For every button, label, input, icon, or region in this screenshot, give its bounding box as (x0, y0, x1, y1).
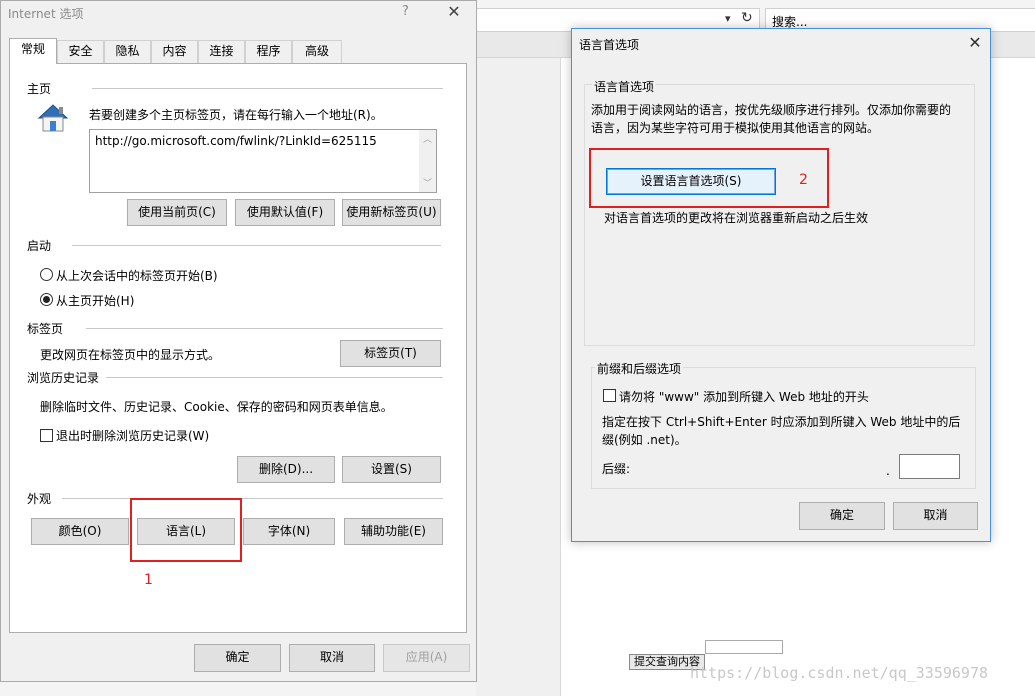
cancel-button[interactable]: 取消 (289, 644, 375, 672)
radio-last-session-label: 从上次会话中的标签页开始(B) (56, 269, 218, 283)
use-default-button[interactable]: 使用默认值(F) (235, 199, 335, 226)
tabs-settings-button[interactable]: 标签页(T) (340, 340, 441, 367)
language-close-icon[interactable]: ✕ (965, 33, 985, 52)
suffix-label: 后缀: (602, 462, 631, 476)
address-dropdown-icon[interactable]: ▾ (725, 12, 737, 28)
tabs-description: 更改网页在标签页中的显示方式。 (40, 348, 221, 362)
apply-button[interactable]: 应用(A) (383, 644, 470, 672)
divider (92, 88, 443, 89)
divider (86, 328, 443, 329)
tabs-heading: 标签页 (27, 322, 64, 336)
suffix-dot: . (886, 464, 890, 478)
appearance-heading: 外观 (27, 492, 52, 506)
language-description-line1: 添加用于阅读网站的语言，按优先级顺序进行排列。仅添加你需要的 (591, 103, 952, 117)
ok-button[interactable]: 确定 (194, 644, 281, 672)
divider (72, 245, 441, 246)
delete-on-exit-checkbox[interactable] (40, 429, 53, 442)
home-heading: 主页 (27, 82, 52, 96)
prefix-suffix-group-title: 前缀和后缀选项 (595, 360, 684, 377)
tab-connections[interactable]: 连接 (198, 40, 245, 63)
delete-history-button[interactable]: 删除(D)... (237, 456, 335, 483)
tab-privacy[interactable]: 隐私 (104, 40, 151, 63)
home-instruction: 若要创建多个主页标签页，请在每行输入一个地址(R)。 (89, 108, 383, 122)
language-description-line2: 语言，因为某些字符可用于模拟使用其他语言的网站。 (591, 121, 880, 135)
language-group-title: 语言首选项 (592, 78, 657, 95)
annotation-number-2: 2 (799, 172, 808, 188)
restart-note: 对语言首选项的更改将在浏览器重新启动之后生效 (604, 211, 869, 225)
colors-button[interactable]: 颜色(O) (31, 518, 129, 545)
home-url-textarea[interactable]: http://go.microsoft.com/fwlink/?LinkId=6… (89, 129, 437, 193)
help-button[interactable]: ? (402, 4, 409, 19)
annotation-box-2 (589, 148, 829, 208)
divider (62, 498, 443, 499)
accessibility-button[interactable]: 辅助功能(E) (344, 518, 443, 545)
use-new-tab-button[interactable]: 使用新标签页(U) (342, 199, 441, 226)
startup-heading: 启动 (27, 239, 52, 253)
history-description: 删除临时文件、历史记录、Cookie、保存的密码和网页表单信息。 (40, 400, 393, 414)
tab-security[interactable]: 安全 (57, 40, 104, 63)
close-icon[interactable]: ✕ (444, 2, 464, 22)
refresh-icon[interactable]: ↻ (741, 10, 755, 28)
annotation-box-1 (130, 498, 242, 562)
radio-home-page[interactable] (40, 293, 53, 306)
tab-general[interactable]: 常规 (9, 38, 57, 64)
no-www-checkbox[interactable] (603, 389, 616, 402)
history-settings-button[interactable]: 设置(S) (342, 456, 441, 483)
tab-content[interactable]: 内容 (151, 40, 198, 63)
delete-on-exit-label: 退出时删除浏览历史记录(W) (56, 429, 210, 443)
dialog-title: Internet 选项 (8, 7, 84, 21)
radio-home-page-label: 从主页开始(H) (56, 294, 135, 308)
page-input-field[interactable] (705, 640, 783, 654)
suffix-description-line2: 缀(例如 .net)。 (602, 433, 687, 447)
language-ok-button[interactable]: 确定 (799, 502, 885, 530)
suffix-input[interactable] (899, 454, 960, 479)
history-heading: 浏览历史记录 (27, 371, 100, 385)
tab-advanced[interactable]: 高级 (292, 40, 342, 63)
scroll-down-icon[interactable]: ﹀ (423, 176, 432, 189)
watermark: https://blog.csdn.net/qq_33596978 (690, 664, 989, 682)
fonts-button[interactable]: 字体(N) (243, 518, 335, 545)
tab-programs[interactable]: 程序 (245, 40, 292, 63)
use-current-button[interactable]: 使用当前页(C) (127, 199, 227, 226)
home-url-scrollbar[interactable]: ︿ ﹀ (419, 130, 436, 192)
divider (106, 377, 443, 378)
scroll-up-icon[interactable]: ︿ (423, 132, 432, 145)
no-www-label: 请勿将 "www" 添加到所键入 Web 地址的开头 (619, 390, 869, 404)
house-icon (35, 102, 71, 134)
language-cancel-button[interactable]: 取消 (893, 502, 978, 530)
suffix-description-line1: 指定在按下 Ctrl+Shift+Enter 时应添加到所键入 Web 地址中的… (602, 415, 961, 429)
annotation-number-1: 1 (144, 572, 153, 588)
radio-last-session[interactable] (40, 268, 53, 281)
language-dialog-title: 语言首选项 (579, 38, 640, 52)
